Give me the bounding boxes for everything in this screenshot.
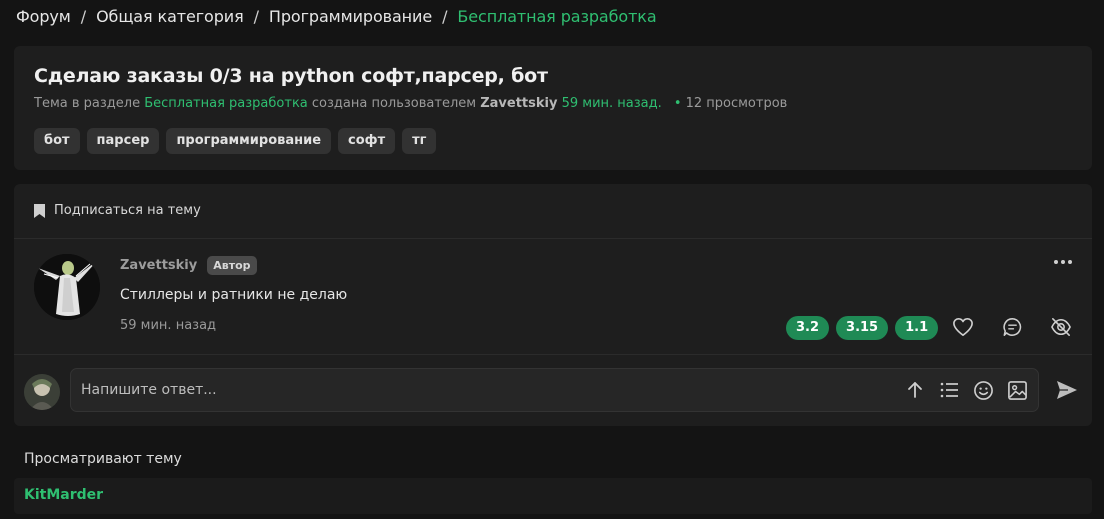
breadcrumb-general-category[interactable]: Общая категория — [96, 7, 244, 26]
breadcrumb-programming[interactable]: Программирование — [269, 7, 432, 26]
tag-soft[interactable]: софт — [338, 128, 396, 154]
breadcrumb: Форум / Общая категория / Программирован… — [16, 7, 657, 26]
breadcrumb-free-development[interactable]: Бесплатная разработка — [457, 7, 656, 26]
post-text: Стиллеры и ратники не делаю — [120, 287, 348, 303]
bookmark-icon — [34, 203, 45, 218]
breadcrumb-forum[interactable]: Форум — [16, 7, 71, 26]
topic-author-link[interactable]: Zavettskiy — [480, 96, 557, 111]
heart-icon[interactable] — [952, 317, 974, 337]
tag-list: бот парсер программирование софт тг — [34, 128, 437, 154]
topic-views: 12 просмотров — [685, 96, 788, 111]
topic-time: 59 мин. назад. — [561, 96, 662, 111]
post-author-avatar[interactable] — [34, 254, 100, 320]
subscribe-label: Подписаться на тему — [54, 203, 201, 218]
author-badge: Автор — [207, 256, 257, 275]
post-author-line: Zavettskiy Автор — [120, 256, 257, 275]
breadcrumb-separator: / — [442, 7, 448, 26]
divider — [14, 238, 1092, 239]
avatar-image — [34, 254, 100, 320]
breadcrumb-separator: / — [80, 7, 87, 26]
smile-icon[interactable] — [973, 380, 994, 401]
reply-box — [70, 368, 1039, 412]
topic-title: Сделаю заказы 0/3 на python софт,парсер,… — [34, 65, 548, 87]
eye-off-icon[interactable] — [1050, 317, 1072, 337]
image-icon[interactable] — [1007, 380, 1028, 401]
viewer-user-link[interactable]: KitMarder — [24, 487, 103, 503]
post-time: 59 мин. назад — [120, 318, 217, 333]
tag-programming[interactable]: программирование — [166, 128, 332, 154]
topic-section-link[interactable]: Бесплатная разработка — [144, 96, 308, 111]
avatar-image — [24, 374, 60, 410]
breadcrumb-separator: / — [253, 7, 259, 26]
list-icon[interactable] — [939, 380, 959, 400]
comment-icon[interactable] — [1002, 317, 1023, 337]
topic-meta-prefix: Тема в разделе — [34, 96, 141, 111]
reaction-list: 3.2 3.15 1.1 — [786, 316, 939, 340]
tag-parser[interactable]: парсер — [86, 128, 160, 154]
reaction-badge[interactable]: 1.1 — [895, 316, 939, 340]
tag-bot[interactable]: бот — [34, 128, 80, 154]
topic-header-card: Сделаю заказы 0/3 на python софт,парсер,… — [14, 46, 1092, 170]
subscribe-button[interactable]: Подписаться на тему — [34, 203, 201, 218]
viewers-title: Просматривают тему — [24, 451, 182, 467]
reply-input[interactable] — [81, 369, 861, 411]
topic-meta-middle: создана пользователем — [311, 96, 477, 111]
arrow-up-icon[interactable] — [905, 380, 925, 400]
post-card: Подписаться на тему Zavettskiy Автор Сти… — [14, 184, 1092, 426]
topic-meta: Тема в разделе Бесплатная разработка соз… — [34, 96, 787, 111]
current-user-avatar[interactable] — [24, 374, 60, 410]
send-icon[interactable] — [1056, 380, 1078, 400]
meta-dot: • — [673, 96, 682, 111]
viewers-list: KitMarder — [14, 478, 1092, 514]
tag-tg[interactable]: тг — [402, 128, 437, 154]
divider — [14, 354, 1092, 355]
more-options-icon[interactable] — [1054, 260, 1072, 264]
reaction-badge[interactable]: 3.15 — [836, 316, 889, 340]
post-author-name[interactable]: Zavettskiy — [120, 258, 197, 273]
reaction-badge[interactable]: 3.2 — [786, 316, 830, 340]
